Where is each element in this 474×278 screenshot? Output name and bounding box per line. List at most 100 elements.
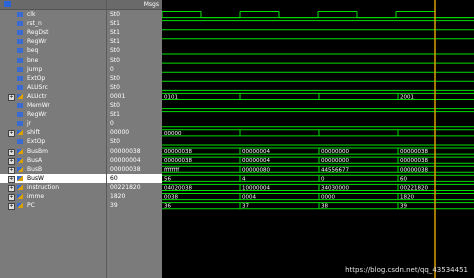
wire-signal-icon <box>17 84 23 90</box>
signal-value: St0 <box>110 11 120 18</box>
value-row[interactable]: St0 <box>107 56 163 65</box>
value-row[interactable]: 60 <box>107 173 163 183</box>
value-row[interactable]: St0 <box>107 46 163 55</box>
signal-row-busbm[interactable]: + BusBm <box>0 147 106 156</box>
signal-value: 0 <box>110 120 114 128</box>
wave-value-label: 38 <box>321 204 328 210</box>
signal-row-clk[interactable]: clk <box>0 10 106 19</box>
signal-row-pc[interactable]: + PC <box>0 201 106 211</box>
signal-name: ExtOp <box>27 138 46 146</box>
signal-name: BusW <box>27 174 44 182</box>
signal-name: BusBm <box>27 147 49 155</box>
value-row[interactable]: 0 <box>107 65 163 74</box>
wire-signal-icon <box>17 75 23 81</box>
wire-signal-icon <box>17 112 23 118</box>
wave-value-label: 0000 <box>321 195 335 201</box>
value-row[interactable]: 00000004 <box>107 156 163 165</box>
value-row[interactable]: 00000 <box>107 128 163 137</box>
value-row[interactable]: 39 <box>107 201 163 210</box>
watermark-url: https://blog.csdn.net/qq_43534451 <box>345 266 468 274</box>
expand-icon[interactable]: + <box>8 148 15 156</box>
expand-icon[interactable]: + <box>8 203 15 211</box>
value-row[interactable]: St1 <box>107 110 163 119</box>
signal-row-extop[interactable]: ExtOp <box>0 137 106 146</box>
signal-value: St1 <box>110 111 120 119</box>
wire-signal-icon <box>17 12 23 17</box>
wire-signal-icon <box>17 103 23 108</box>
wave-value-label: 60 <box>400 176 407 182</box>
wave-value-label: 1820 <box>400 195 414 201</box>
wave-value-label: 00000080 <box>242 167 270 173</box>
waveform-canvas[interactable]: 0101 20010000000000038 00000004 00000000 000… <box>162 0 474 278</box>
signal-row-memwr[interactable]: MemWr <box>0 101 106 110</box>
bus-signal-icon <box>17 175 23 181</box>
signal-row-busb[interactable]: + BusB <box>0 165 106 174</box>
signal-row-busw[interactable]: + BusW <box>0 173 106 183</box>
wave-value-label: 4 <box>242 176 246 182</box>
signal-row-busa[interactable]: + BusA <box>0 156 106 165</box>
signal-row-imme[interactable]: + imme <box>0 192 106 201</box>
signal-row-bne[interactable]: bne <box>0 56 106 65</box>
signal-row-alusrc[interactable]: ALUSrc <box>0 83 106 92</box>
signal-name: PC <box>27 202 35 210</box>
signal-row-rst_n[interactable]: rst_n <box>0 19 106 28</box>
expand-icon[interactable]: + <box>8 184 15 192</box>
signal-value: St0 <box>110 56 120 64</box>
signal-value: 0001 <box>110 92 126 100</box>
wave-value-label: 2001 <box>400 94 414 100</box>
signal-row-jr[interactable]: jr <box>0 119 106 128</box>
value-row[interactable]: 00000038 <box>107 147 163 156</box>
waveform-pane[interactable]: 0101 2001 00000 00000038 00000004 00000000 000… <box>162 0 474 278</box>
signal-row-extop[interactable]: ExtOp <box>0 74 106 83</box>
value-row[interactable]: St0 <box>107 137 163 146</box>
signal-row-shift[interactable]: + shift <box>0 128 106 138</box>
wire-signal-icon <box>17 139 23 145</box>
wave-value-label: 00000 <box>164 131 182 137</box>
value-row[interactable]: St1 <box>107 19 163 28</box>
wave-value-label: 34030000 <box>321 185 349 191</box>
value-row[interactable]: 0001 <box>107 92 163 101</box>
value-row[interactable]: St1 <box>107 28 163 37</box>
value-row[interactable]: 1820 <box>107 192 163 201</box>
value-row[interactable]: St0 <box>107 101 163 110</box>
bus-signal-icon <box>17 166 23 172</box>
expand-icon[interactable]: + <box>8 166 15 174</box>
wave-value-label: 0 <box>321 176 325 182</box>
value-row[interactable]: 0 <box>107 119 163 128</box>
value-row[interactable]: St1 <box>107 37 163 46</box>
expand-icon[interactable]: + <box>8 194 15 201</box>
bus-signal-icon <box>17 157 23 163</box>
signal-name: BusB <box>27 165 43 173</box>
expand-icon[interactable]: + <box>8 93 15 101</box>
wave-value-label: 00000038 <box>164 158 192 164</box>
value-row[interactable]: St0 <box>107 74 163 83</box>
wave-value-label: 00221820 <box>400 185 428 191</box>
value-row[interactable]: St0 <box>107 83 163 92</box>
signal-row-jump[interactable]: Jump <box>0 65 106 74</box>
wave-value-label: 00000000 <box>321 158 349 164</box>
signal-value: St0 <box>110 138 120 146</box>
signal-row-regwr[interactable]: RegWr <box>0 37 106 46</box>
value-row[interactable]: 00000038 <box>107 165 163 174</box>
signal-value: 1820 <box>110 193 126 200</box>
signal-row-beq[interactable]: beq <box>0 46 106 55</box>
expand-icon[interactable]: + <box>8 157 15 165</box>
expand-icon[interactable]: + <box>8 130 15 138</box>
value-row[interactable]: St0 <box>107 10 163 19</box>
wave-value-label: 10000004 <box>242 185 270 191</box>
signal-row-regdst[interactable]: RegDst <box>0 28 106 37</box>
wire-signal-icon <box>17 21 23 27</box>
signal-values-pane: Msgs St0 St1 St1 St1 St0 St0 0 St0 St0 0001 St0 St1… <box>106 0 163 278</box>
wire-signal-icon <box>17 57 23 63</box>
expand-icon[interactable]: + <box>8 175 15 183</box>
wave-value-label: 00000038 <box>400 167 428 173</box>
signal-value: St1 <box>110 29 120 37</box>
signal-row-regwr[interactable]: RegWr <box>0 110 106 119</box>
signal-name: RegWr <box>27 111 47 119</box>
signal-row-aluctr[interactable]: + ALUctr <box>0 92 106 101</box>
value-row[interactable]: 00221820 <box>107 183 163 192</box>
wire-signal-icon <box>17 39 23 45</box>
signal-row-instruction[interactable]: + instruction <box>0 183 106 192</box>
signal-value: 39 <box>110 202 118 210</box>
signal-name: MemWr <box>27 102 50 109</box>
